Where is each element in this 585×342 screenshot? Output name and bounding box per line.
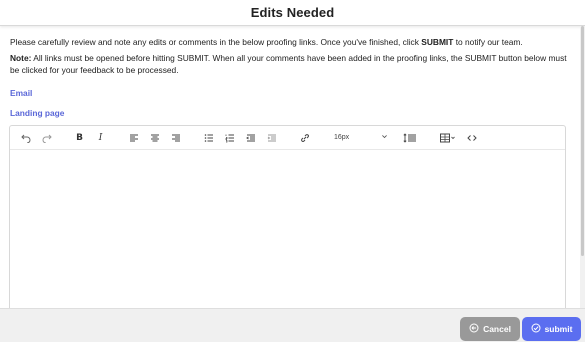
submit-button[interactable]: submit bbox=[522, 317, 581, 341]
table-icon[interactable] bbox=[438, 130, 458, 145]
cancel-button[interactable]: Cancel bbox=[460, 317, 520, 341]
align-left-icon[interactable] bbox=[126, 130, 141, 145]
rich-text-editor[interactable]: B I 16px bbox=[9, 125, 566, 315]
check-circle-icon bbox=[531, 323, 541, 335]
undo-icon[interactable] bbox=[18, 130, 33, 145]
instructions: Please carefully review and note any edi… bbox=[10, 36, 572, 76]
outdent-icon[interactable] bbox=[243, 130, 258, 145]
link-icon[interactable] bbox=[297, 130, 312, 145]
scrollbar-thumb[interactable] bbox=[581, 26, 584, 256]
bullet-list-icon[interactable] bbox=[201, 130, 216, 145]
align-center-icon[interactable] bbox=[147, 130, 162, 145]
note-text: Note: All links must be opened before hi… bbox=[10, 52, 572, 76]
editor-content-area[interactable] bbox=[10, 150, 565, 314]
modal-header: Edits Needed bbox=[0, 0, 585, 26]
cancel-label: Cancel bbox=[483, 324, 511, 334]
font-size-value: 16px bbox=[334, 134, 350, 141]
cancel-icon bbox=[469, 323, 479, 335]
note-body: All links must be opened before hitting … bbox=[10, 53, 567, 75]
intro-text-part2: to notify our team. bbox=[453, 37, 523, 47]
modal-footer: Cancel submit bbox=[0, 308, 585, 342]
indent-icon[interactable] bbox=[264, 130, 279, 145]
page-scrollbar[interactable] bbox=[580, 26, 585, 308]
line-height-icon[interactable] bbox=[400, 130, 420, 145]
page-title: Edits Needed bbox=[250, 5, 335, 20]
numbered-list-icon[interactable] bbox=[222, 130, 237, 145]
intro-text: Please carefully review and note any edi… bbox=[10, 36, 572, 48]
bold-icon[interactable]: B bbox=[72, 130, 87, 145]
submit-label: submit bbox=[544, 324, 573, 334]
intro-text-part1: Please carefully review and note any edi… bbox=[10, 37, 422, 47]
editor-toolbar: B I 16px bbox=[10, 126, 565, 150]
intro-text-bold: SUBMIT bbox=[421, 37, 454, 47]
email-link[interactable]: Email bbox=[10, 88, 32, 98]
note-label: Note: bbox=[10, 53, 32, 63]
code-view-icon[interactable] bbox=[464, 130, 479, 145]
italic-icon[interactable]: I bbox=[93, 130, 108, 145]
landing-page-link[interactable]: Landing page bbox=[10, 108, 64, 118]
redo-icon[interactable] bbox=[39, 130, 54, 145]
align-right-icon[interactable] bbox=[168, 130, 183, 145]
font-size-select[interactable]: 16px bbox=[330, 131, 392, 145]
chevron-down-icon bbox=[381, 133, 388, 142]
